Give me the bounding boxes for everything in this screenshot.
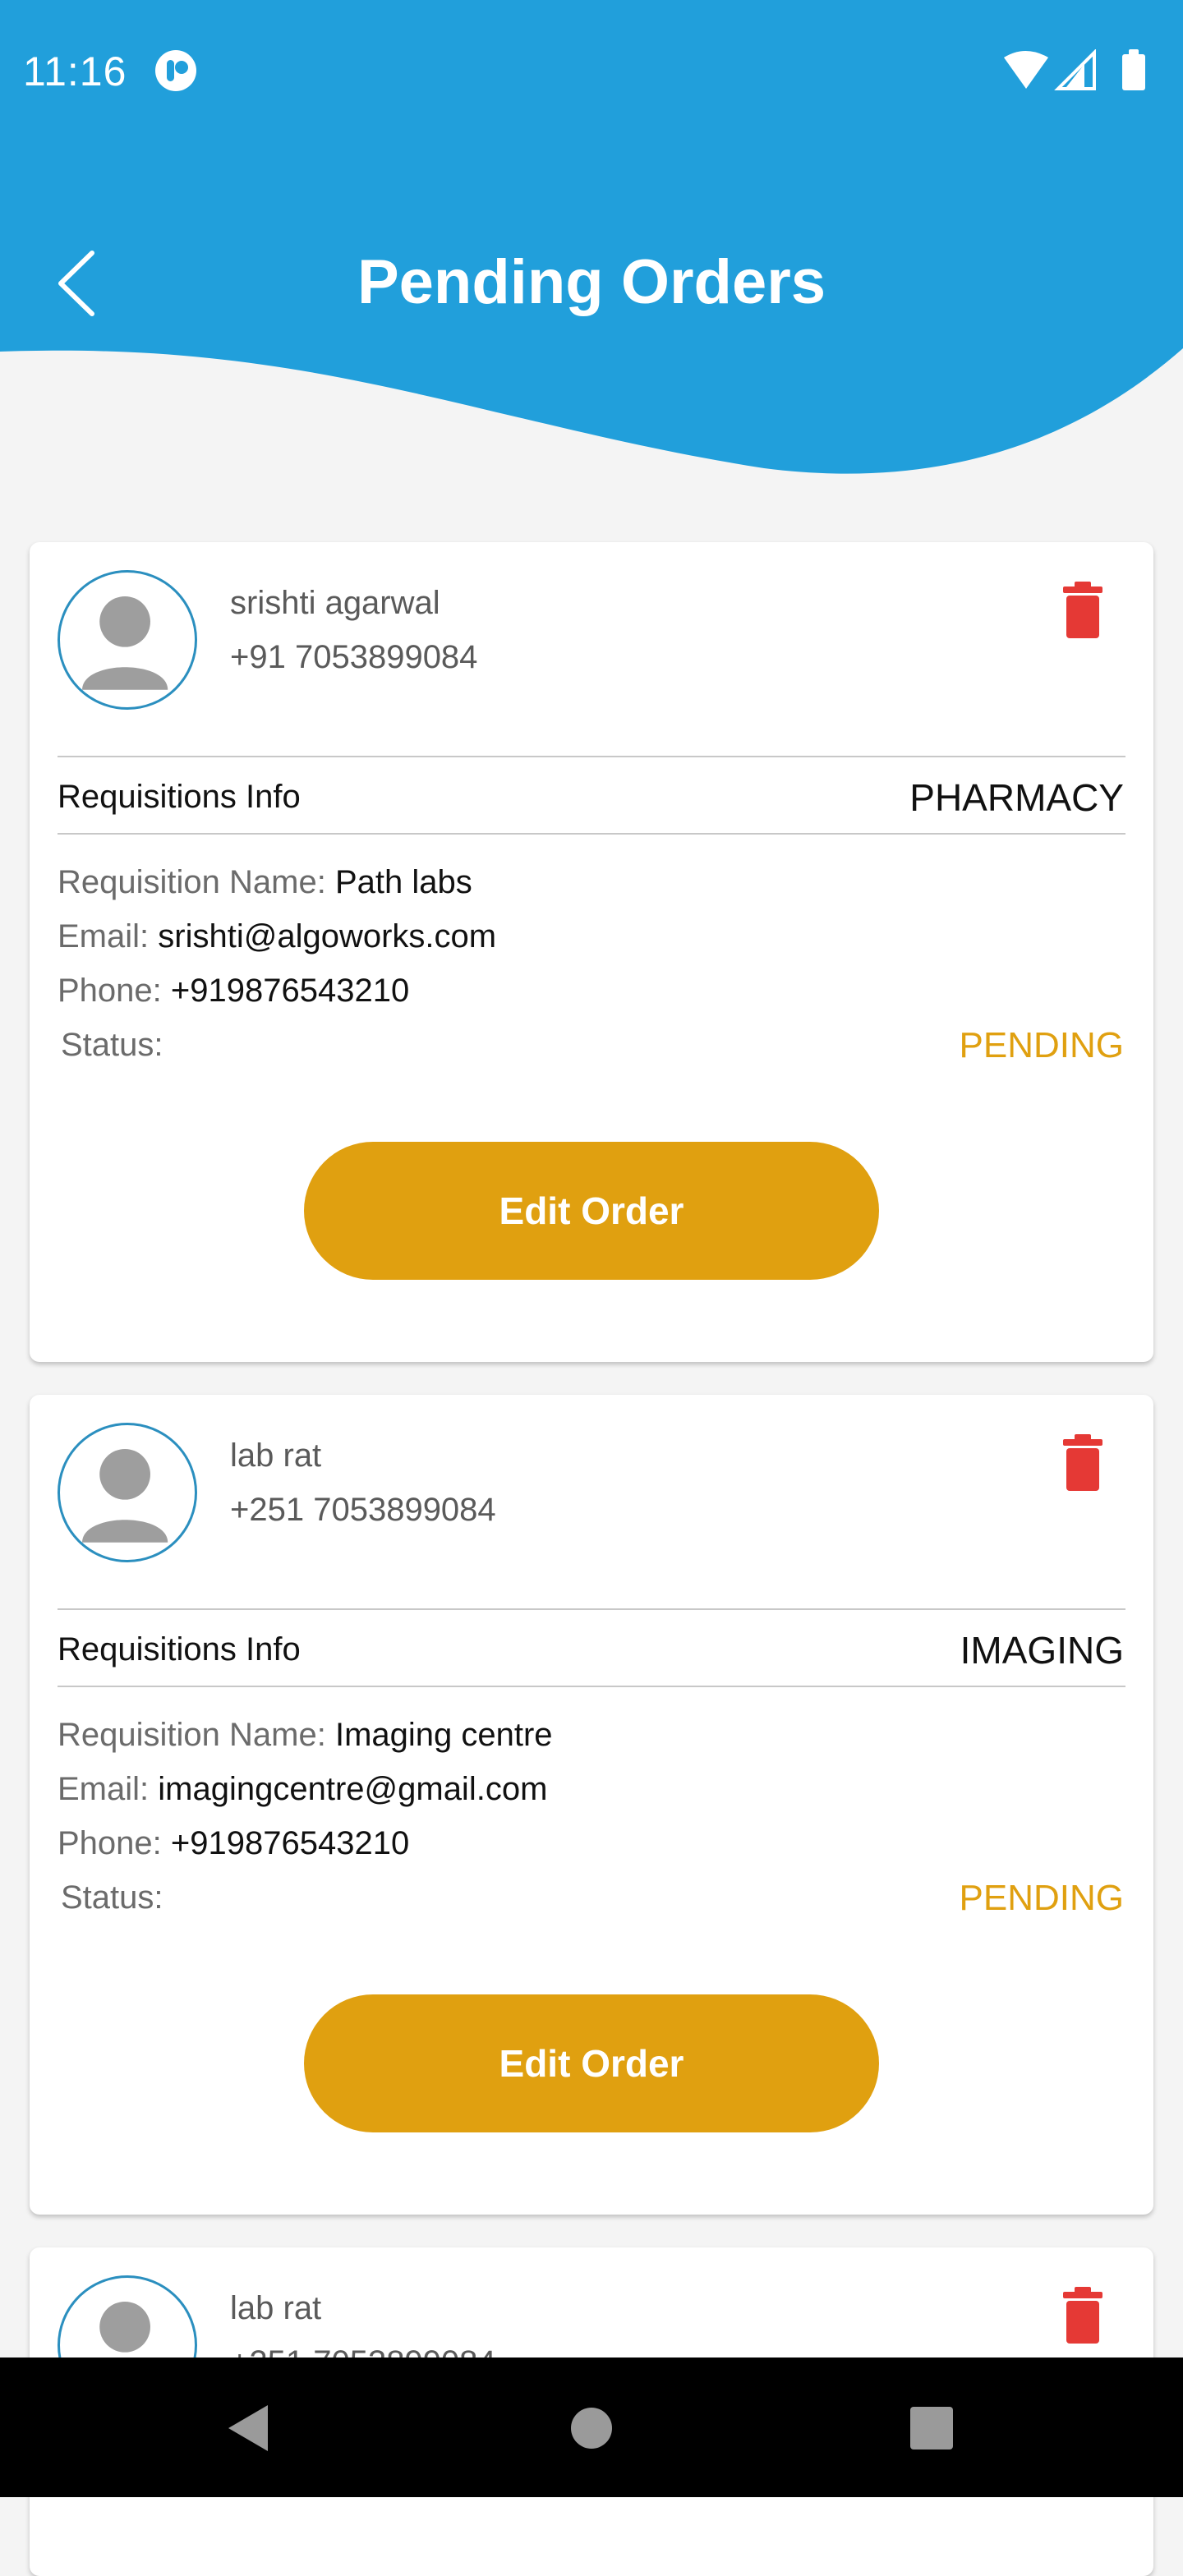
requisition-name-value: Path labs [334,864,472,900]
phone-value: +919876543210 [170,973,410,1009]
customer-name: lab rat [230,1438,322,1474]
nav-home-icon[interactable] [571,2408,612,2449]
divider [58,833,1125,835]
avatar [58,1423,197,1562]
person-icon [82,1448,168,1543]
nav-back-icon[interactable] [228,2405,268,2451]
app-notification-icon [155,50,196,91]
status-label: Status: [61,1879,163,1916]
status-bar: 11:16 [0,0,1183,141]
email-row: Email: imagingcentre@gmail.com [58,1771,547,1808]
order-card: lab rat +251 7053899084 Requisitions Inf… [30,1395,1153,2215]
navigation-bar [0,2358,1183,2497]
phone-row: Phone: +919876543210 [58,1825,409,1862]
divider [58,1686,1125,1687]
email-row: Email: srishti@algoworks.com [58,918,496,955]
requisitions-info-label: Requisitions Info [58,1631,301,1668]
requisition-name-row: Requisition Name: Path labs [58,864,472,901]
delete-button[interactable] [1061,2287,1104,2344]
battery-icon [1122,54,1145,90]
navigation-buttons [228,2405,953,2451]
status-value: PENDING [959,1878,1124,1918]
phone-label: Phone: [58,1825,162,1861]
system-icons [1004,49,1145,90]
delete-button[interactable] [1061,1434,1104,1492]
phone-value: +919876543210 [170,1825,410,1861]
email-label: Email: [58,918,150,954]
trash-icon [1063,582,1102,638]
divider [58,756,1125,757]
wifi-icon [1004,51,1048,89]
person-icon [82,596,168,690]
order-type: IMAGING [960,1629,1124,1672]
trash-icon [1063,2287,1102,2344]
customer-phone: +91 7053899084 [230,639,478,675]
nav-recents-icon[interactable] [910,2407,953,2450]
edit-order-button[interactable]: Edit Order [304,1994,879,2132]
trash-icon [1063,1434,1102,1491]
email-value: srishti@algoworks.com [158,918,497,954]
status-label: Status: [61,1027,163,1063]
phone-label: Phone: [58,973,162,1009]
order-type: PHARMACY [909,776,1124,819]
customer-name: srishti agarwal [230,585,440,621]
edit-order-button[interactable]: Edit Order [304,1142,879,1280]
order-card: srishti agarwal +91 7053899084 Requisiti… [30,542,1153,1362]
requisition-name-label: Requisition Name: [58,1717,326,1753]
status-value: PENDING [959,1025,1124,1065]
delete-button[interactable] [1061,582,1104,639]
email-value: imagingcentre@gmail.com [158,1771,548,1807]
requisitions-info-label: Requisitions Info [58,779,301,815]
requisition-name-label: Requisition Name: [58,864,326,900]
requisition-name-row: Requisition Name: Imaging centre [58,1717,553,1754]
page-title: Pending Orders [357,247,826,317]
customer-phone: +251 7053899084 [230,1492,496,1528]
phone-row: Phone: +919876543210 [58,973,409,1010]
divider [58,1608,1125,1610]
status-time: 11:16 [23,48,127,94]
customer-name: lab rat [230,2290,322,2326]
requisition-name-value: Imaging centre [334,1717,553,1753]
email-label: Email: [58,1771,150,1807]
avatar [58,570,197,710]
